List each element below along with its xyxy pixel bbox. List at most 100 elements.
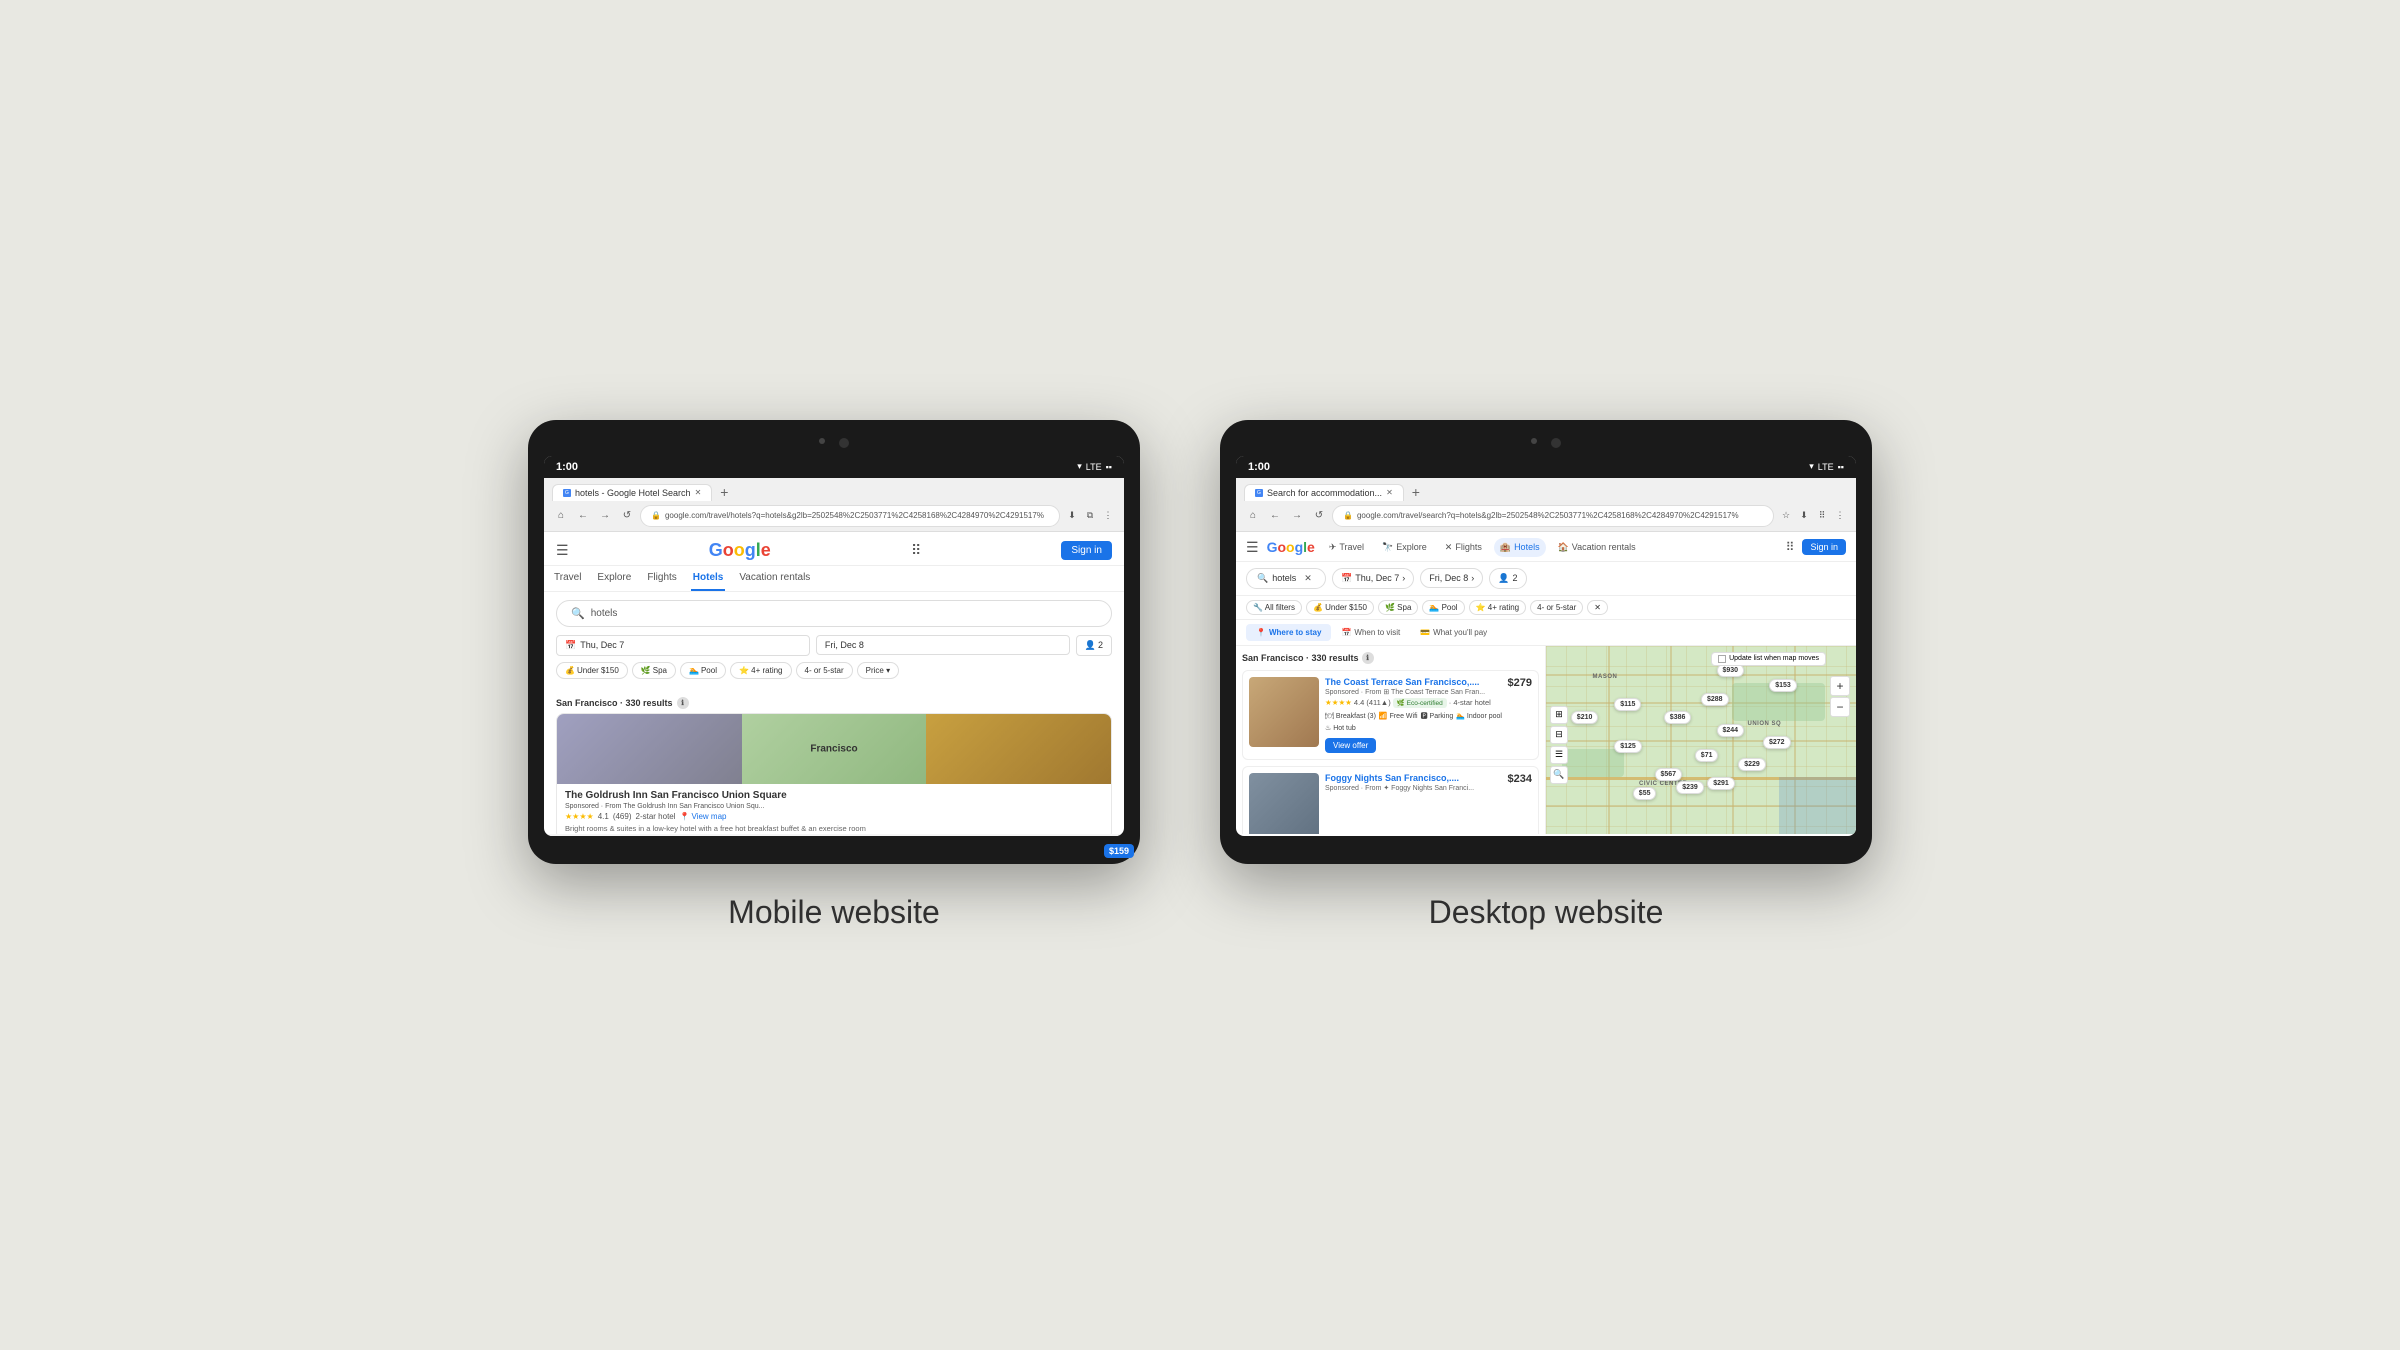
mobile-hotel-exterior [557,714,742,784]
desktop-hotel-card-1[interactable]: The Coast Terrace San Francisco,.... Spo… [1242,670,1539,760]
desktop-where-tab-pay[interactable]: 💳 What you'll pay [1410,624,1497,641]
map-pin-930[interactable]: $930 [1717,664,1745,677]
desktop-forward-btn[interactable]: → [1288,507,1306,525]
mobile-checkout-field[interactable]: Fri, Dec 8 [816,635,1070,655]
map-pin-71[interactable]: $71 [1695,749,1719,762]
desktop-filter-pool[interactable]: 🏊 Pool [1422,600,1464,615]
desktop-search-clear-icon[interactable]: ✕ [1304,573,1312,584]
desktop-apps-icon[interactable]: ⠿ [1786,540,1795,554]
mobile-tab-flights[interactable]: Flights [645,566,678,591]
desktop-where-tab-stay[interactable]: 📍 Where to stay [1246,624,1331,641]
desktop-checkin-field[interactable]: 📅 Thu, Dec 7 › [1332,568,1414,589]
map-pin-125[interactable]: $125 [1614,740,1642,753]
map-pin-567[interactable]: $567 [1655,768,1683,781]
desktop-map-update-bar[interactable]: Update list when map moves [1711,652,1826,666]
map-pin-115[interactable]: $115 [1614,698,1641,711]
desktop-tab-hotels[interactable]: 🏨Hotels [1494,538,1546,557]
desktop-results-text: San Francisco · 330 results [1242,653,1359,663]
mobile-active-tab[interactable]: G hotels - Google Hotel Search ✕ [552,484,712,501]
desktop-active-tab[interactable]: G Search for accommodation... ✕ [1244,484,1404,501]
desktop-hotel-1-cta[interactable]: View offer [1325,738,1376,753]
map-zoom-out[interactable]: − [1830,697,1850,717]
desktop-results-info-icon[interactable]: ℹ [1362,652,1374,664]
desktop-menu-btn[interactable]: ⋮ [1832,508,1848,524]
mobile-signin-btn[interactable]: Sign in [1061,541,1112,560]
mobile-new-tab-btn[interactable]: + [716,484,732,500]
desktop-filter-stars[interactable]: 4- or 5-star [1530,600,1583,615]
desktop-battery-icon: ▪▪ [1838,462,1844,472]
desktop-filter-rating[interactable]: ⭐ 4+ rating [1469,600,1527,615]
mobile-filter-rating[interactable]: ⭐ 4+ rating [730,662,792,679]
map-update-checkbox[interactable] [1718,655,1726,663]
mobile-filter-price[interactable]: Price ▾ [857,662,899,679]
mobile-filter-budget[interactable]: 💰Under $150 [556,662,628,679]
map-tool-3[interactable]: ☰ [1550,746,1568,764]
mobile-menu-btn[interactable]: ⋮ [1100,508,1116,524]
map-tool-1[interactable]: ⊞ [1550,706,1568,724]
desktop-filter-spa[interactable]: 🌿 Spa [1378,600,1418,615]
mobile-address-bar[interactable]: 🔒 google.com/travel/hotels?q=hotels&g2lb… [640,505,1060,527]
mobile-guests-field[interactable]: 👤 2 [1076,635,1112,656]
desktop-filter-more[interactable]: ✕ [1587,600,1608,615]
mobile-results-info-icon[interactable]: ℹ [677,697,689,709]
map-pin-291[interactable]: $291 [1707,777,1735,790]
desktop-signin-btn[interactable]: Sign in [1802,539,1846,555]
mobile-tab-vacation[interactable]: Vacation rentals [737,566,812,591]
mobile-hamburger-icon[interactable]: ☰ [556,542,569,559]
desktop-where-tab-when[interactable]: 📅 When to visit [1331,624,1410,641]
desktop-tab-flights[interactable]: ✕Flights [1439,538,1488,557]
desktop-tab-vacation[interactable]: 🏠Vacation rentals [1552,538,1642,557]
desktop-refresh-btn[interactable]: ↺ [1310,507,1328,525]
map-pin-244[interactable]: $244 [1717,724,1745,737]
desktop-grid-icon2[interactable]: ⠿ [1814,508,1830,524]
mobile-tab-hotels[interactable]: Hotels [691,566,726,591]
map-pin-55[interactable]: $55 [1633,787,1657,800]
mobile-back-btn[interactable]: ← [574,507,592,525]
map-pin-272[interactable]: $272 [1763,736,1791,749]
mobile-search-box[interactable]: 🔍 hotels [556,600,1112,627]
mobile-tab-travel[interactable]: Travel [552,566,583,591]
desktop-tab-close[interactable]: ✕ [1386,488,1393,497]
map-pin-386[interactable]: $386 [1664,711,1692,724]
map-pin-210[interactable]: $210 [1571,711,1599,724]
desktop-when-icon: 📅 [1341,628,1351,637]
desktop-address-bar[interactable]: 🔒 google.com/travel/search?q=hotels&g2lb… [1332,505,1774,527]
desktop-new-tab-btn[interactable]: + [1408,484,1424,500]
desktop-back-btn[interactable]: ← [1266,507,1284,525]
map-pin-229[interactable]: $229 [1738,758,1766,771]
desktop-tab-travel[interactable]: ✈Travel [1323,538,1370,557]
mobile-home-btn[interactable]: ⌂ [552,507,570,525]
desktop-tab-explore[interactable]: 🔭Explore [1376,538,1433,557]
mobile-filter-stars[interactable]: 4- or 5-star [796,662,853,679]
map-pin-288[interactable]: $288 [1701,693,1729,706]
map-pin-153[interactable]: $153 [1769,679,1797,692]
map-zoom-in[interactable]: + [1830,676,1850,696]
mobile-checkin-field[interactable]: 📅 Thu, Dec 7 [556,635,810,656]
mobile-tab-explore[interactable]: Explore [595,566,633,591]
desktop-chrome-tabs: G Search for accommodation... ✕ + [1244,484,1848,501]
desktop-search-input[interactable]: 🔍 hotels ✕ [1246,568,1326,589]
mobile-filter-pool[interactable]: 🏊Pool [680,662,726,679]
desktop-filter-budget[interactable]: 💰 Under $150 [1306,600,1374,615]
mobile-forward-btn[interactable]: → [596,507,614,525]
mobile-grid-icon[interactable]: ⠿ [911,542,921,559]
mobile-filter-spa[interactable]: 🌿Spa [632,662,676,679]
map-pin-239[interactable]: $239 [1676,781,1704,794]
mobile-tab-close[interactable]: ✕ [695,488,702,497]
mobile-download-btn[interactable]: ⬇ [1064,508,1080,524]
desktop-download-btn[interactable]: ⬇ [1796,508,1812,524]
map-tool-4[interactable]: 🔍 [1550,766,1568,784]
desktop-hotel-card-2[interactable]: Foggy Nights San Francisco,.... Sponsore… [1242,766,1539,834]
desktop-checkout-field[interactable]: Fri, Dec 8 › [1420,568,1483,588]
desktop-filter-all[interactable]: 🔧 All filters [1246,600,1302,615]
desktop-home-btn[interactable]: ⌂ [1244,507,1262,525]
map-tool-2[interactable]: ⊟ [1550,726,1568,744]
desktop-hamburger-icon[interactable]: ☰ [1246,539,1259,556]
mobile-view-map[interactable]: 📍 View map [680,812,727,821]
mobile-hotel-card[interactable]: Francisco $159 The Goldrush Inn San Fran… [556,713,1112,834]
mobile-refresh-btn[interactable]: ↺ [618,507,636,525]
desktop-guests-field[interactable]: 👤 2 [1489,568,1526,589]
desktop-bookmark-btn[interactable]: ☆ [1778,508,1794,524]
desktop-when-text: When to visit [1354,628,1400,637]
mobile-share-btn[interactable]: ⧉ [1082,508,1098,524]
